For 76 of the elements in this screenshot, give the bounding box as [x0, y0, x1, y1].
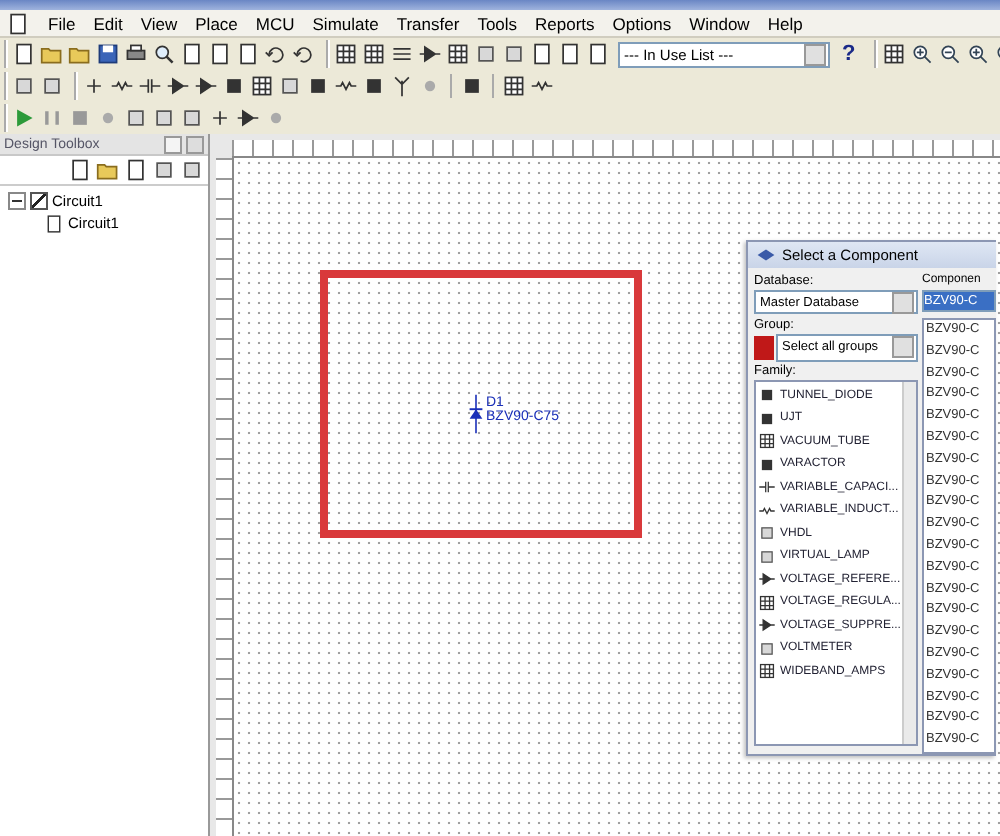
pin-button[interactable] — [164, 135, 182, 153]
diode-icon[interactable] — [418, 42, 442, 66]
group-icon — [754, 336, 774, 360]
grid-icon[interactable] — [758, 432, 776, 451]
grid-icon[interactable] — [758, 593, 776, 612]
help-button[interactable]: ? — [842, 42, 856, 66]
diode-icon[interactable] — [236, 106, 260, 130]
diode-icon[interactable] — [758, 570, 776, 589]
grid-icon[interactable] — [502, 74, 526, 98]
page-icon[interactable] — [68, 158, 92, 182]
diode-icon[interactable] — [166, 74, 190, 98]
diode-icon[interactable] — [194, 74, 218, 98]
folder-icon[interactable] — [68, 42, 92, 66]
page-icon[interactable] — [44, 213, 64, 233]
square-icon[interactable] — [278, 74, 302, 98]
square-icon[interactable] — [758, 547, 776, 566]
magnifier-icon[interactable] — [152, 42, 176, 66]
page-icon[interactable] — [208, 42, 232, 66]
menu-item[interactable]: Simulate — [312, 13, 379, 33]
menu-item[interactable]: File — [48, 13, 76, 33]
antenna-icon[interactable] — [390, 74, 414, 98]
diode-icon[interactable] — [758, 616, 776, 635]
zoom-in-icon[interactable] — [965, 42, 990, 66]
square-icon[interactable] — [12, 74, 36, 98]
square-icon[interactable] — [180, 158, 204, 182]
zoom-in-icon[interactable] — [909, 42, 934, 66]
page-icon[interactable] — [180, 42, 204, 66]
square-icon[interactable] — [40, 74, 64, 98]
grid-icon[interactable] — [250, 74, 274, 98]
square-icon[interactable] — [758, 524, 776, 543]
zener-diode-symbol[interactable] — [468, 392, 484, 436]
page-icon[interactable] — [530, 42, 554, 66]
page-icon[interactable] — [6, 11, 30, 35]
menu-item[interactable]: View — [140, 13, 178, 33]
page-icon[interactable] — [236, 42, 260, 66]
square-icon[interactable] — [152, 106, 176, 130]
scrollbar[interactable] — [902, 382, 916, 744]
menu-item[interactable]: Window — [689, 13, 750, 33]
menu-item[interactable]: Options — [612, 13, 672, 33]
square-icon[interactable] — [758, 639, 776, 658]
grid-icon[interactable] — [362, 42, 386, 66]
grid-icon[interactable] — [881, 42, 906, 66]
square-icon[interactable] — [124, 106, 148, 130]
menu-item[interactable]: MCU — [255, 13, 295, 33]
square-icon[interactable] — [152, 158, 176, 182]
square-icon[interactable] — [474, 42, 498, 66]
plus-icon[interactable] — [82, 74, 106, 98]
undo-icon[interactable] — [264, 42, 288, 66]
menu-item[interactable]: Place — [195, 13, 238, 33]
capacitor-icon[interactable] — [758, 478, 776, 497]
capacitor-icon[interactable] — [138, 74, 162, 98]
play-icon[interactable] — [12, 106, 36, 130]
menu-item[interactable]: Transfer — [396, 13, 460, 33]
schematic-canvas[interactable] — [234, 158, 1000, 836]
checkbox[interactable] — [30, 192, 48, 210]
undo-icon[interactable] — [292, 42, 316, 66]
menu-item[interactable]: Help — [767, 13, 803, 33]
list-icon[interactable] — [390, 42, 414, 66]
grid-icon[interactable] — [334, 42, 358, 66]
menu-item[interactable]: Edit — [93, 13, 123, 33]
folder-icon[interactable] — [40, 42, 64, 66]
collapse-toggle[interactable] — [8, 192, 26, 210]
zoom-out-icon[interactable] — [937, 42, 962, 66]
grid-icon[interactable] — [446, 42, 470, 66]
printer-icon[interactable] — [124, 42, 148, 66]
page-icon[interactable] — [558, 42, 582, 66]
square-icon[interactable] — [180, 106, 204, 130]
page-icon[interactable] — [586, 42, 610, 66]
plus-icon[interactable] — [208, 106, 232, 130]
menu-item[interactable]: Reports — [535, 13, 595, 33]
menu-item[interactable]: Tools — [477, 13, 518, 33]
square-icon[interactable] — [502, 42, 526, 66]
page-icon[interactable] — [124, 158, 148, 182]
grid-icon[interactable] — [758, 662, 776, 681]
page-icon[interactable] — [12, 42, 36, 66]
resistor-icon[interactable] — [758, 501, 776, 520]
